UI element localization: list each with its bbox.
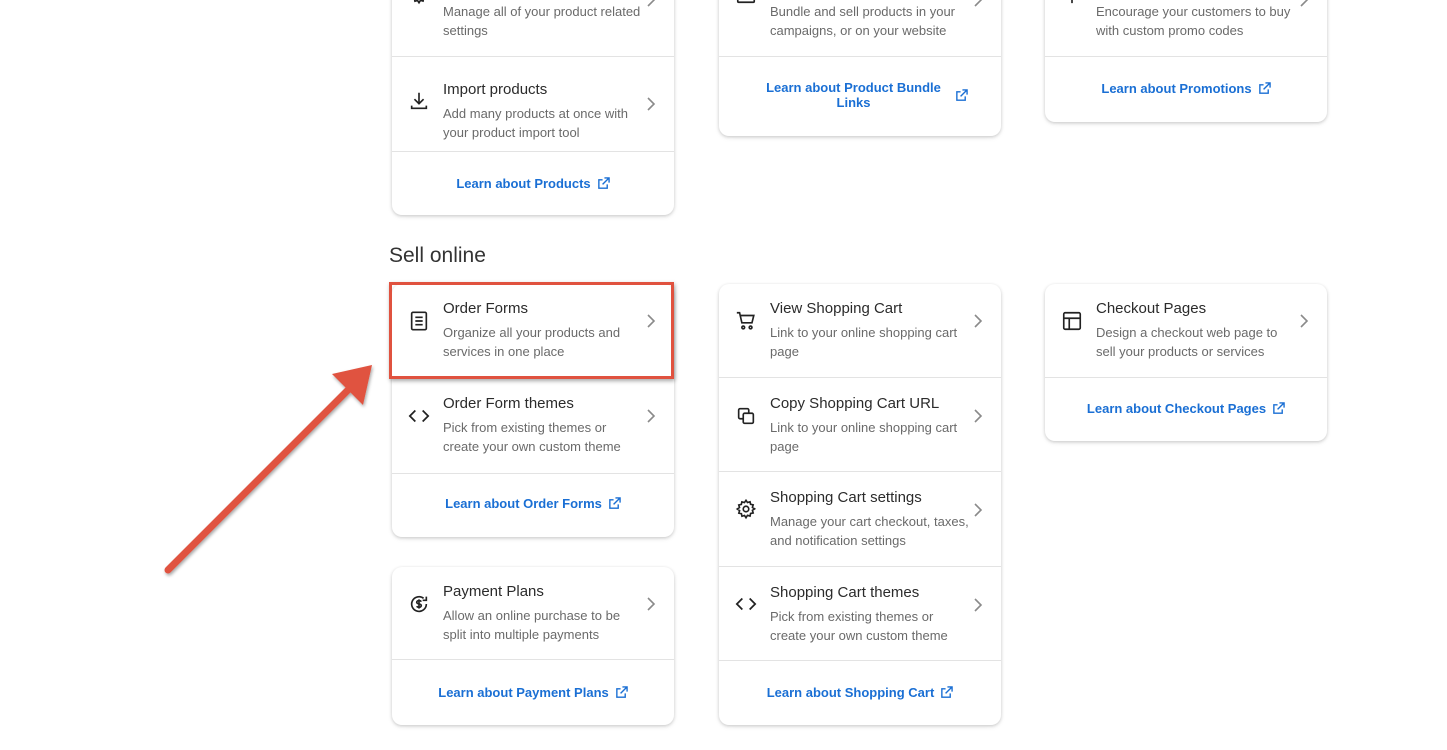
learn-about-products-link[interactable]: Learn about Products [392, 176, 674, 191]
shopping-cart-settings-row[interactable]: Shopping Cart settings Manage your cart … [719, 472, 1001, 567]
row-title: Import products [443, 81, 548, 98]
row-title: View Shopping Cart [770, 300, 903, 317]
payment-plans-card: Payment Plans Allow an online purchase t… [392, 567, 674, 725]
shopping-cart-card: View Shopping Cart Link to your online s… [719, 284, 1001, 725]
shopping-cart-icon [735, 310, 757, 332]
row-description: Bundle and sell products in your campaig… [770, 4, 956, 38]
external-link-icon [615, 686, 628, 699]
learn-about-shopping-cart-link[interactable]: Learn about Shopping Cart [719, 685, 1001, 700]
shopping-cart-themes-row[interactable]: Shopping Cart themes Pick from existing … [719, 567, 1001, 661]
chevron-right-icon [646, 97, 656, 111]
promotions-card: Encourage your customers to buy with cus… [1045, 0, 1327, 122]
product-settings-row[interactable]: Manage all of your product related setti… [392, 0, 674, 57]
row-title: Order Forms [443, 300, 529, 317]
chevron-right-icon [973, 314, 983, 328]
external-link-icon [608, 497, 621, 510]
page-layout-icon [1061, 310, 1083, 332]
chevron-right-icon [1299, 314, 1309, 328]
link-label: Learn about Payment Plans [438, 685, 609, 700]
row-description: Link to your online shopping cart page [770, 325, 958, 359]
checkout-pages-row[interactable]: Checkout Pages Design a checkout web pag… [1045, 284, 1327, 378]
form-document-icon [408, 310, 430, 332]
row-description: Manage your cart checkout, taxes, and no… [770, 514, 969, 548]
row-title: Order Form themes [443, 395, 574, 412]
link-label: Learn about Shopping Cart [766, 685, 935, 700]
link-label: Learn about Checkout Pages [1086, 401, 1267, 416]
row-description: Manage all of your product related setti… [443, 4, 641, 38]
copy-icon [735, 405, 757, 427]
learn-about-order-forms-link[interactable]: Learn about Order Forms [392, 496, 674, 511]
order-forms-card: Order Forms Organize all your products a… [392, 284, 674, 537]
row-title: Shopping Cart themes [770, 584, 920, 601]
learn-about-payment-plans-link[interactable]: Learn about Payment Plans [392, 685, 674, 700]
chevron-right-icon [973, 503, 983, 517]
row-title: Shopping Cart settings [770, 489, 922, 506]
gear-icon [735, 498, 757, 520]
payment-plans-row[interactable]: Payment Plans Allow an online purchase t… [392, 567, 674, 660]
link-label: Learn about Product Bundle Links [766, 80, 941, 110]
chevron-right-icon [646, 409, 656, 423]
learn-about-checkout-pages-link[interactable]: Learn about Checkout Pages [1045, 401, 1327, 416]
row-description: Pick from existing themes or create your… [443, 420, 621, 454]
checkout-pages-card: Checkout Pages Design a checkout web pag… [1045, 284, 1327, 441]
learn-about-promotions-link[interactable]: Learn about Promotions [1045, 81, 1327, 96]
view-shopping-cart-row[interactable]: View Shopping Cart Link to your online s… [719, 284, 1001, 378]
external-link-icon [1272, 402, 1285, 415]
external-link-icon [1258, 82, 1271, 95]
row-description: Design a checkout web page to sell your … [1096, 325, 1278, 359]
row-description: Allow an online purchase to be split int… [443, 608, 621, 642]
row-description: Link to your online shopping cart page [770, 420, 958, 454]
code-icon [408, 405, 430, 427]
copy-shopping-cart-url-row[interactable]: Copy Shopping Cart URL Link to your onli… [719, 378, 1001, 472]
learn-about-product-bundle-links-link[interactable]: Learn about Product Bundle Links [749, 80, 977, 110]
chevron-right-icon [646, 0, 656, 7]
row-title: Checkout Pages [1096, 300, 1207, 317]
product-bundles-card: Bundle and sell products in your campaig… [719, 0, 1001, 136]
row-description: Encourage your customers to buy with cus… [1096, 4, 1291, 38]
row-title: Copy Shopping Cart URL [770, 395, 940, 412]
products-card: Manage all of your product related setti… [392, 0, 674, 215]
chevron-right-icon [973, 598, 983, 612]
chevron-right-icon [646, 314, 656, 328]
chevron-right-icon [646, 597, 656, 611]
external-link-icon [940, 686, 954, 699]
order-forms-row[interactable]: Order Forms Organize all your products a… [392, 284, 674, 379]
external-link-icon [955, 88, 968, 102]
external-link-icon [597, 177, 610, 190]
import-products-row[interactable]: Import products Add many products at onc… [392, 57, 674, 152]
annotation-arrow [164, 365, 372, 574]
product-bundles-row[interactable]: Bundle and sell products in your campaig… [719, 0, 1001, 57]
order-form-themes-row[interactable]: Order Form themes Pick from existing the… [392, 379, 674, 474]
promo-tag-icon [1061, 0, 1083, 5]
promo-codes-row[interactable]: Encourage your customers to buy with cus… [1045, 0, 1327, 57]
chevron-right-icon [1299, 0, 1309, 7]
row-title: Payment Plans [443, 583, 544, 600]
chevron-right-icon [973, 409, 983, 423]
row-description: Organize all your products and services … [443, 325, 621, 359]
bundle-icon [735, 0, 757, 5]
link-label: Learn about Promotions [1101, 81, 1252, 96]
chevron-right-icon [973, 0, 983, 7]
gear-icon [408, 0, 430, 5]
section-title: Sell online [389, 244, 486, 267]
row-description: Pick from existing themes or create your… [770, 609, 948, 643]
link-label: Learn about Order Forms [445, 496, 602, 511]
download-icon [408, 90, 430, 112]
link-label: Learn about Products [456, 176, 591, 191]
row-description: Add many products at once with your prod… [443, 106, 628, 140]
recurring-dollar-icon [408, 593, 430, 615]
code-icon [735, 593, 757, 615]
